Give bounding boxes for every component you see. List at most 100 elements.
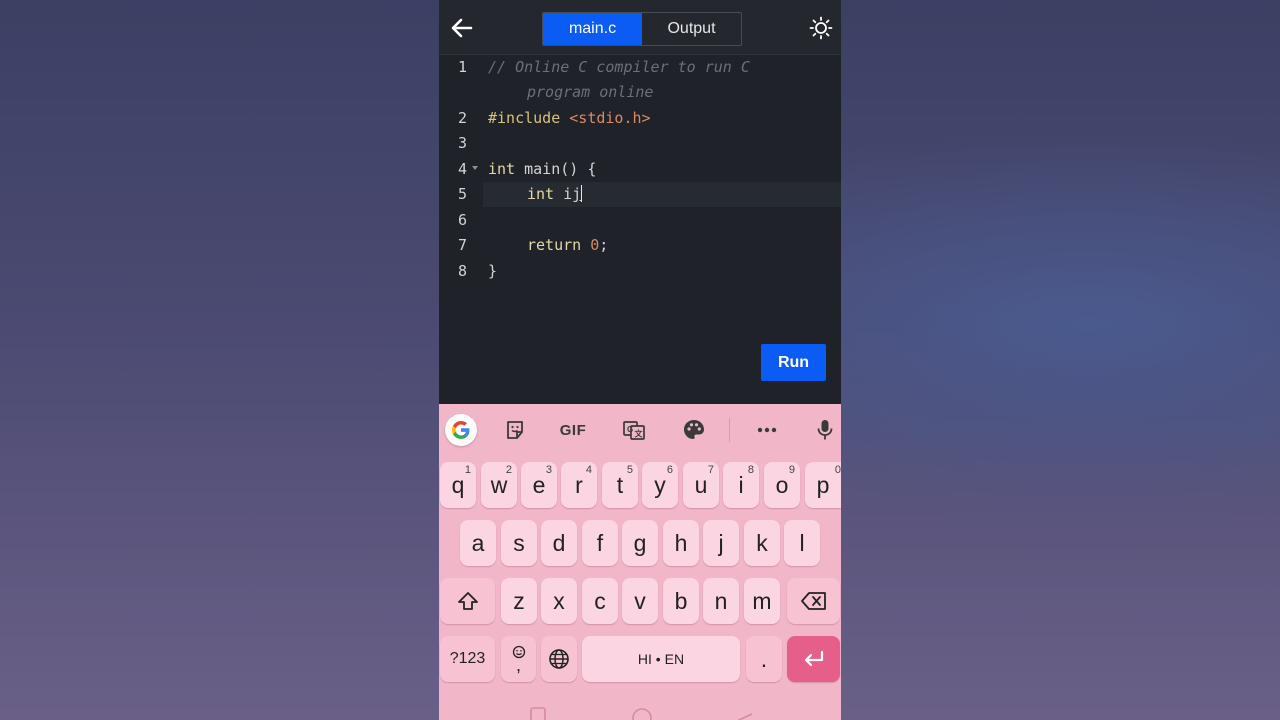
sticker-icon [507,421,523,439]
key-w[interactable]: w2 [481,462,517,508]
key-label: i [738,471,744,498]
key-o[interactable]: o9 [764,462,800,508]
include-statement: #include <stdio.h> [488,109,651,127]
shift-key[interactable] [440,578,495,624]
key-p[interactable]: p0 [805,462,841,508]
palette-icon [684,420,704,439]
keyboard-toolbar: GIF G 文 [439,404,841,456]
key-z[interactable]: z [501,578,537,624]
closing-brace: } [488,262,498,280]
file-tabs: main.c Output [542,12,742,46]
key-b[interactable]: b [663,578,699,624]
var-j: j [572,185,582,203]
translate-icon: G 文 [623,421,645,440]
voice-input-button[interactable] [816,414,834,446]
key-u[interactable]: u7 [683,462,719,508]
google-button[interactable] [445,414,477,446]
key-t[interactable]: t5 [602,462,638,508]
include-file: <stdio.h> [569,109,651,127]
key-label: o [775,471,789,498]
key-h[interactable]: h [663,520,699,566]
theme-toggle-button[interactable] [809,16,833,40]
declaration: int ij [527,185,583,203]
comma-label: , [515,655,521,675]
comma-emoji-key[interactable]: , [501,636,536,682]
backspace-icon [800,592,826,610]
soft-keyboard: GIF G 文 q 1 w 2 e 3 r 4 t 5 y 6 u 7 i 8 … [439,404,841,720]
type-keyword: int [488,160,516,178]
enter-icon [804,650,823,667]
key-m[interactable]: m [744,578,780,624]
line-number: 1 [457,58,467,76]
key-a[interactable]: a [460,520,496,566]
back-button[interactable] [449,15,475,41]
key-k[interactable]: k [744,520,780,566]
main-signature: int main() { [488,160,596,178]
key-s[interactable]: s [501,520,537,566]
home-nav-icon [632,708,652,720]
line-number: 2 [457,109,467,127]
gif-button[interactable]: GIF [557,414,589,446]
var-i: i [563,185,573,203]
key-hint: 1 [464,464,471,476]
key-j[interactable]: j [703,520,739,566]
key-y[interactable]: y6 [642,462,678,508]
run-button[interactable]: Run [761,344,826,381]
code-line-3: 3 [439,131,841,156]
translate-button[interactable]: G 文 [622,414,646,446]
space-key[interactable]: HI • EN [582,636,740,682]
sticker-button[interactable] [504,414,526,446]
theme-palette-button[interactable] [682,414,706,446]
key-c[interactable]: c [582,578,618,624]
google-icon [452,421,470,439]
svg-text:文: 文 [635,429,644,439]
fold-arrow-icon[interactable] [472,166,478,170]
tab-output[interactable]: Output [642,13,741,45]
key-hint: 4 [585,464,592,476]
period-key[interactable]: . [746,636,782,682]
toolbar-divider [729,418,730,442]
line-number: 8 [457,262,467,280]
more-button[interactable] [756,414,778,446]
key-label: y [654,471,666,498]
code-line-2: 2 #include <stdio.h> [439,106,841,131]
key-l[interactable]: l [784,520,820,566]
key-n[interactable]: n [703,578,739,624]
key-q[interactable]: q1 [440,462,476,508]
key-label: r [575,471,583,498]
key-e[interactable]: e3 [521,462,557,508]
key-label: w [490,471,508,498]
tab-main-c[interactable]: main.c [543,13,642,45]
line-number: 5 [457,185,467,203]
key-r[interactable]: r4 [561,462,597,508]
key-x[interactable]: x [541,578,577,624]
comment-text-wrap: program online [527,83,654,101]
text-cursor [581,185,583,202]
key-label: t [616,471,624,498]
key-f[interactable]: f [582,520,618,566]
include-keyword: #include [488,109,561,127]
language-key[interactable] [541,636,577,682]
key-hint: 6 [666,464,673,476]
phone-screen: main.c Output 1 // Online C compiler to … [439,0,841,720]
main-decl: main() { [524,160,597,178]
backspace-key[interactable] [787,578,840,624]
recents-nav-icon [530,707,546,720]
key-d[interactable]: d [541,520,577,566]
key-hint: 3 [545,464,552,476]
more-icon [757,427,777,433]
system-navigation-bar [439,700,841,720]
back-nav-icon [737,713,753,720]
key-hint: 0 [834,464,841,476]
key-label: u [694,471,708,498]
arrow-left-icon [451,18,473,38]
symbols-key[interactable]: ?123 [440,636,495,682]
line-number: 4 [457,160,467,178]
comment-text: // Online C compiler to run C [488,58,750,76]
key-g[interactable]: g [622,520,658,566]
key-v[interactable]: v [622,578,658,624]
code-editor[interactable]: 1 // Online C compiler to run C program … [439,55,841,404]
enter-key[interactable] [787,636,840,682]
key-hint: 5 [626,464,633,476]
key-i[interactable]: i8 [723,462,759,508]
